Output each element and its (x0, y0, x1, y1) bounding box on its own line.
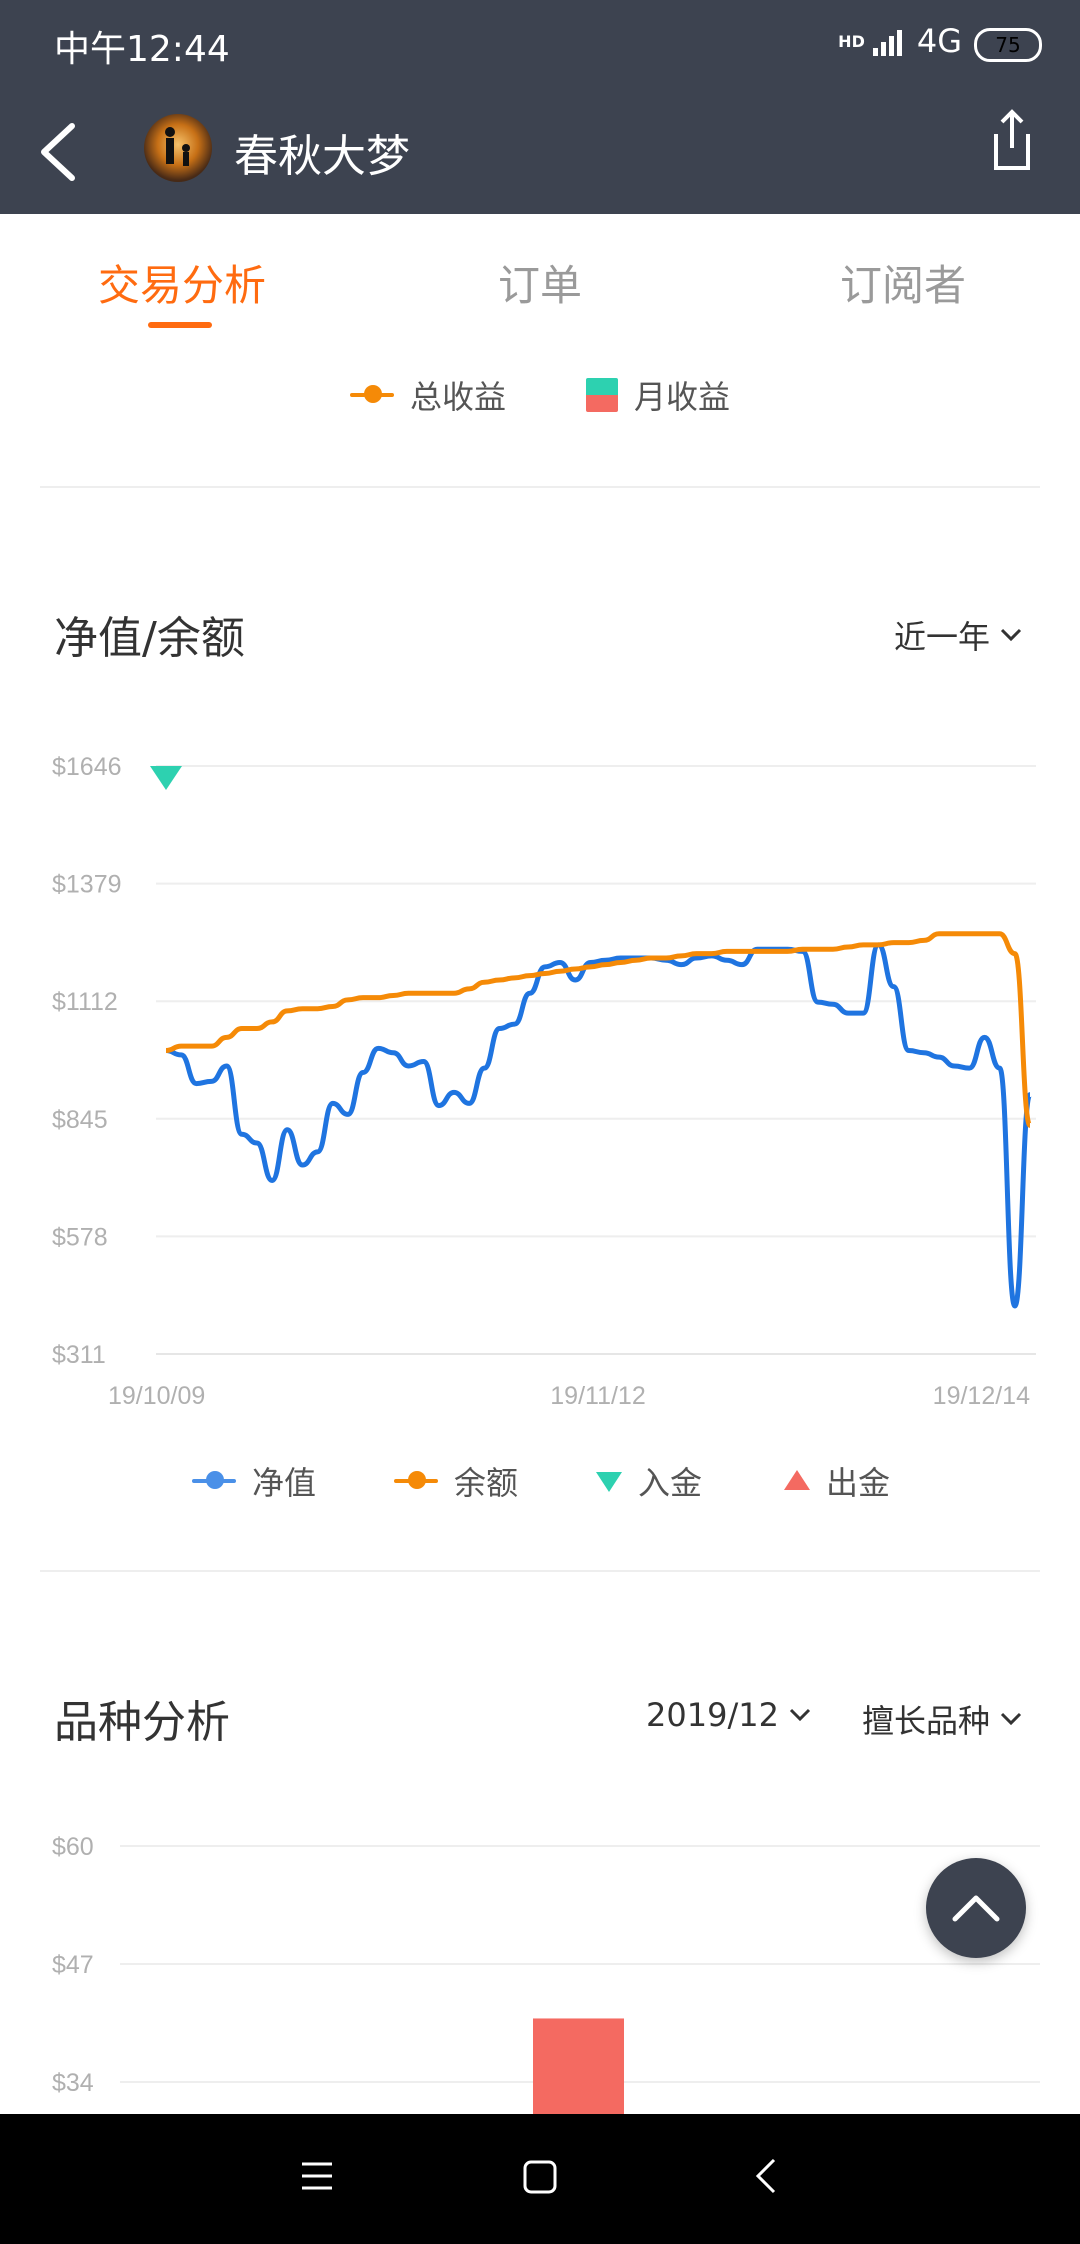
scroll-to-top-button[interactable] (926, 1858, 1026, 1958)
chevron-up-icon (952, 1895, 1000, 1922)
back-nav-icon[interactable] (754, 2154, 780, 2200)
menu-icon[interactable] (300, 2154, 334, 2200)
home-icon[interactable] (522, 2154, 558, 2200)
system-nav-bar (0, 2114, 1080, 2244)
y-tick-label: $34 (52, 2069, 94, 2097)
y-tick-label: $47 (52, 1951, 94, 1979)
y-tick-label: $60 (52, 1833, 94, 1861)
variety-chart: $34 $47 $60 (52, 1833, 1040, 2114)
bar (533, 2018, 624, 2114)
